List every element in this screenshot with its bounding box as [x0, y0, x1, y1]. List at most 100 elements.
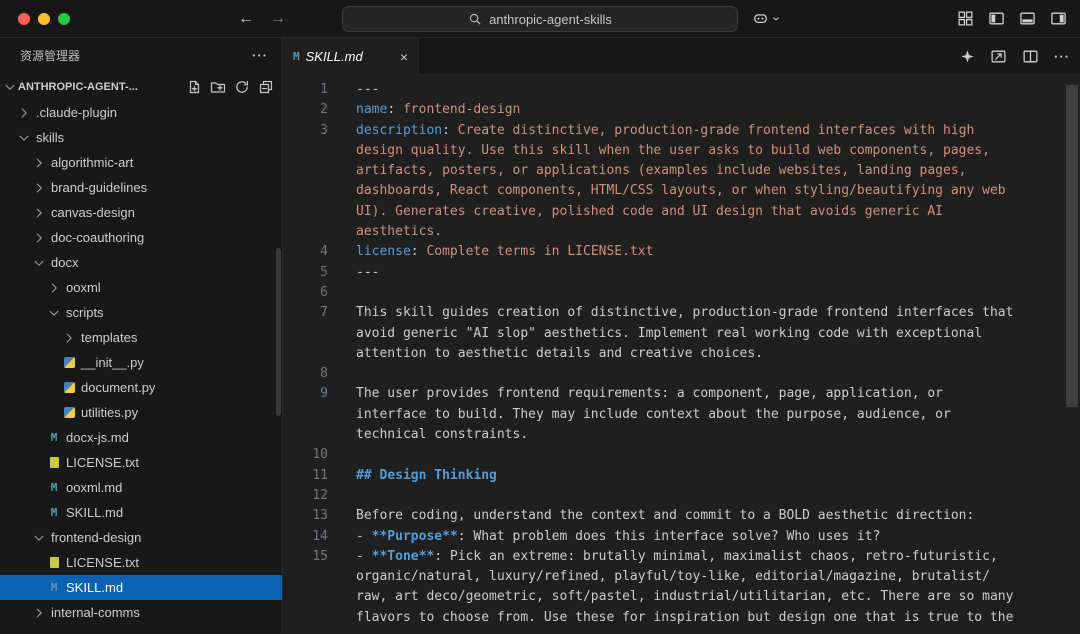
chevron-right-icon [31, 606, 47, 620]
panel-bottom-icon[interactable] [1019, 10, 1036, 27]
license-file-icon [46, 457, 62, 468]
workspace-root-row[interactable]: ANTHROPIC-AGENT-... [0, 73, 282, 100]
tree-item-label: scripts [66, 305, 104, 320]
tree-item-utilities-py[interactable]: utilities.py [0, 400, 282, 425]
open-preview-icon[interactable] [990, 48, 1007, 65]
split-editor-icon[interactable] [1022, 48, 1039, 65]
more-actions-icon[interactable]: ··· [1054, 49, 1070, 64]
code-line: interface to build. They may include con… [283, 405, 1080, 425]
line-number: 14 [283, 527, 328, 547]
chevron-down-icon [2, 80, 18, 94]
tree-item-docx[interactable]: docx [0, 250, 282, 275]
tree-item-skill-md[interactable]: MSKILL.md [0, 575, 282, 600]
command-center[interactable]: anthropic-agent-skills [342, 6, 738, 32]
markdown-editor[interactable]: 1---2name: frontend-design3description: … [283, 75, 1080, 634]
history-nav: ← → [238, 10, 286, 28]
editor-actions: ··· [960, 38, 1070, 74]
markdown-file-icon: M [46, 506, 62, 519]
code-text: ## Design Thinking [328, 466, 497, 486]
code-line: flavors to choose from. Use these for in… [283, 608, 1080, 628]
collapse-all-icon[interactable] [258, 79, 274, 95]
code-line: 11## Design Thinking [283, 466, 1080, 486]
line-number [283, 405, 328, 425]
tree-item-doc-coauthoring[interactable]: doc-coauthoring [0, 225, 282, 250]
tab-skill-md[interactable]: M SKILL.md × [283, 38, 419, 75]
tab-bar: M SKILL.md × ··· [283, 38, 1080, 75]
python-file-icon [61, 407, 77, 418]
editor-scrollbar[interactable] [1066, 85, 1078, 407]
tree-item-label: SKILL.md [66, 580, 123, 595]
tree-item-docx-js-md[interactable]: Mdocx-js.md [0, 425, 282, 450]
code-line: 6 [283, 283, 1080, 303]
tree-item-ooxml-md[interactable]: Mooxml.md [0, 475, 282, 500]
line-number: 11 [283, 466, 328, 486]
tree-item-label: algorithmic-art [51, 155, 133, 170]
tree-item-label: canvas-design [51, 205, 135, 220]
python-file-icon [61, 357, 77, 368]
tree-item-license-txt[interactable]: LICENSE.txt [0, 450, 282, 475]
tree-item-label: frontend-design [51, 530, 141, 545]
markdown-file-icon: M [46, 481, 62, 494]
tree-item-label: brand-guidelines [51, 180, 147, 195]
tree-item-templates[interactable]: templates [0, 325, 282, 350]
line-number: 6 [283, 283, 328, 303]
code-line: UI). Generates creative, polished code a… [283, 202, 1080, 222]
panel-right-icon[interactable] [1050, 10, 1067, 27]
tree-item-label: __init__.py [81, 355, 144, 370]
tree-item-label: document.py [81, 380, 155, 395]
panel-left-icon[interactable] [988, 10, 1005, 27]
copilot-edit-icon[interactable] [960, 49, 975, 64]
new-folder-icon[interactable] [210, 79, 226, 95]
tree-item-ooxml[interactable]: ooxml [0, 275, 282, 300]
explorer-more-actions-icon[interactable]: ··· [252, 48, 268, 63]
line-number [283, 181, 328, 201]
line-number [283, 161, 328, 181]
forward-icon[interactable]: → [270, 10, 286, 28]
explorer-sidebar: 资源管理器 ··· ANTHROPIC-AGENT-... .claude-pl… [0, 38, 283, 634]
tree-item-license-txt[interactable]: LICENSE.txt [0, 550, 282, 575]
chevron-right-icon [46, 281, 62, 295]
chevron-right-icon [31, 181, 47, 195]
chevron-right-icon [16, 106, 32, 120]
tree-item-internal-comms[interactable]: internal-comms [0, 600, 282, 625]
new-file-icon[interactable] [186, 79, 202, 95]
tree-item-algorithmic-art[interactable]: algorithmic-art [0, 150, 282, 175]
code-text [328, 364, 356, 384]
minimize-window-button[interactable] [38, 13, 50, 25]
close-tab-icon[interactable]: × [400, 50, 408, 64]
line-number [283, 324, 328, 344]
tree-item-claude-plugin[interactable]: .claude-plugin [0, 100, 282, 125]
tree-item-frontend-design[interactable]: frontend-design [0, 525, 282, 550]
tree-item-skill-md[interactable]: MSKILL.md [0, 500, 282, 525]
chevron-right-icon [31, 231, 47, 245]
back-icon[interactable]: ← [238, 10, 254, 28]
chevron-right-icon [31, 206, 47, 220]
search-icon [468, 12, 482, 26]
line-number [283, 567, 328, 587]
code-text: aesthetics. [328, 222, 442, 242]
customize-layout-icon[interactable] [957, 10, 974, 27]
line-number: 4 [283, 242, 328, 262]
file-tree: .claude-pluginskills algorithmic-art brand… [0, 100, 282, 625]
refresh-icon[interactable] [234, 79, 250, 95]
code-text: organic/natural, luxury/refined, playful… [328, 567, 990, 587]
tree-item-canvas-design[interactable]: canvas-design [0, 200, 282, 225]
line-number: 8 [283, 364, 328, 384]
code-text: UI). Generates creative, polished code a… [328, 202, 943, 222]
close-window-button[interactable] [18, 13, 30, 25]
tree-item-brand-guidelines[interactable]: brand-guidelines [0, 175, 282, 200]
tree-item-label: ooxml.md [66, 480, 122, 495]
line-number [283, 141, 328, 161]
code-text: design quality. Use this skill when the … [328, 141, 990, 161]
line-number [283, 425, 328, 445]
tree-item-scripts[interactable]: scripts [0, 300, 282, 325]
tree-item-document-py[interactable]: document.py [0, 375, 282, 400]
zoom-window-button[interactable] [58, 13, 70, 25]
tree-item-skills[interactable]: skills [0, 125, 282, 150]
tree-item-init-py[interactable]: __init__.py [0, 350, 282, 375]
code-line: raw, art deco/geometric, soft/pastel, in… [283, 587, 1080, 607]
code-line: 2name: frontend-design [283, 100, 1080, 120]
chevron-down-icon [46, 306, 62, 320]
copilot-menu[interactable] [752, 0, 782, 37]
sidebar-scrollbar[interactable] [276, 248, 281, 416]
